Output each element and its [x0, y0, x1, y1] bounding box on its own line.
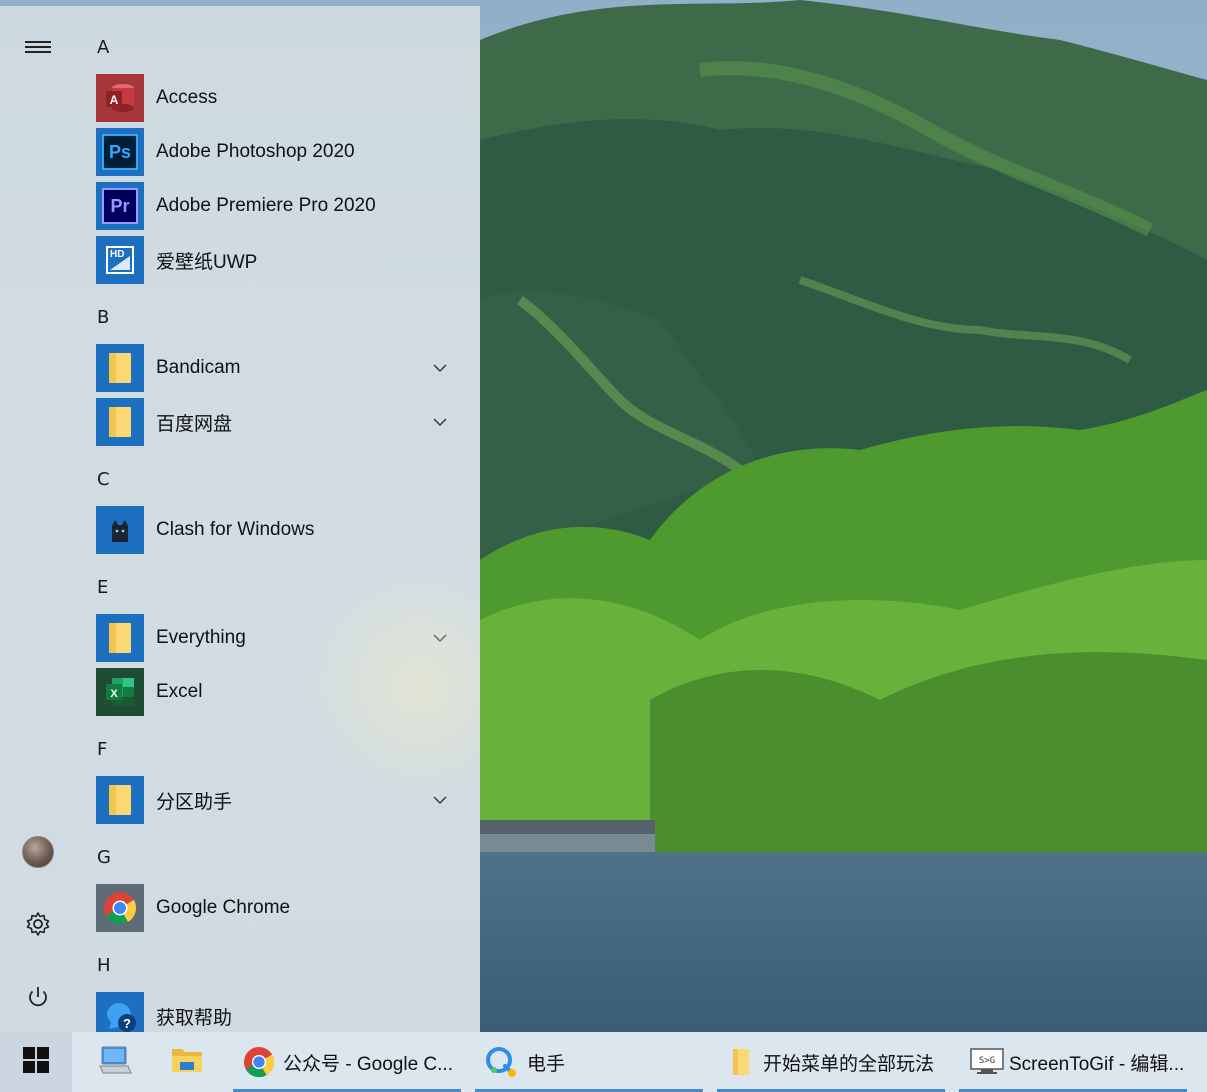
access-icon: A	[96, 74, 144, 122]
chat-bubble-icon	[485, 1046, 519, 1078]
app-label: Adobe Premiere Pro 2020	[156, 195, 376, 216]
folder-item-everything[interactable]: Everything	[96, 614, 460, 662]
avatar	[22, 836, 54, 868]
power-button[interactable]	[14, 973, 62, 1021]
chevron-down-icon[interactable]	[432, 630, 448, 646]
app-item-wallpaper-uwp[interactable]: HD 爱壁纸UWP	[96, 236, 460, 284]
app-label: 百度网盘	[156, 413, 233, 435]
taskbar-task-chrome[interactable]: 公众号 - Google C...	[233, 1032, 461, 1092]
get-help-icon: ?	[96, 992, 144, 1032]
user-account-button[interactable]	[14, 828, 62, 876]
chevron-down-icon[interactable]	[432, 414, 448, 430]
task-label: 公众号 - Google C...	[283, 1053, 453, 1075]
app-label: Excel	[156, 681, 203, 702]
app-list: A A Access Ps Adobe Photoshop 2020 Pr Ad…	[96, 6, 480, 1032]
clash-cat-icon	[96, 506, 144, 554]
photoshop-icon-letters: Ps	[108, 141, 132, 162]
folder-icon	[96, 398, 144, 446]
group-header-b[interactable]: B	[96, 298, 137, 338]
folder-item-baidu-netdisk[interactable]: 百度网盘	[96, 398, 460, 446]
app-label: Everything	[156, 627, 246, 648]
file-explorer-icon	[170, 1045, 204, 1079]
app-label: 爱壁纸UWP	[156, 251, 258, 273]
chrome-icon	[243, 1046, 275, 1078]
start-menu-rail	[0, 6, 76, 1032]
taskbar-task-screentogif[interactable]: S>G ScreenToGif - 编辑...	[959, 1032, 1187, 1092]
start-menu: A A Access Ps Adobe Photoshop 2020 Pr Ad…	[0, 6, 480, 1032]
app-label: Adobe Photoshop 2020	[156, 141, 355, 162]
app-label: Bandicam	[156, 357, 241, 378]
access-icon-letter: A	[110, 93, 119, 107]
svg-text:S>G: S>G	[979, 1056, 995, 1066]
group-header-c[interactable]: C	[96, 460, 137, 500]
app-label: 分区助手	[156, 791, 233, 813]
group-header-f[interactable]: F	[96, 730, 137, 770]
wallpaper-app-icon: HD	[96, 236, 144, 284]
app-item-excel[interactable]: X Excel	[96, 668, 460, 716]
pinned-this-pc[interactable]	[86, 1032, 144, 1092]
chrome-icon	[96, 884, 144, 932]
gear-icon	[25, 911, 51, 937]
folder-icon	[96, 344, 144, 392]
premiere-icon: Pr	[96, 182, 144, 230]
folder-icon	[96, 614, 144, 662]
premiere-icon-letters: Pr	[110, 195, 130, 216]
screentogif-icon: S>G	[969, 1047, 1005, 1077]
photoshop-icon: Ps	[96, 128, 144, 176]
group-header-a[interactable]: A	[96, 28, 137, 68]
folder-icon	[727, 1047, 755, 1077]
app-item-clash[interactable]: Clash for Windows	[96, 506, 460, 554]
start-button[interactable]	[0, 1032, 72, 1092]
power-icon	[25, 984, 51, 1010]
taskbar-task-app[interactable]: 电手	[475, 1032, 703, 1092]
this-pc-icon	[98, 1044, 132, 1080]
app-item-access[interactable]: A Access	[96, 74, 460, 122]
app-label: Clash for Windows	[156, 519, 315, 540]
app-item-google-chrome[interactable]: Google Chrome	[96, 884, 460, 932]
task-label: 电手	[527, 1053, 566, 1075]
taskbar-task-folder[interactable]: 开始菜单的全部玩法	[717, 1032, 945, 1092]
chevron-down-icon[interactable]	[432, 360, 448, 376]
hamburger-icon	[25, 40, 51, 54]
app-label: Google Chrome	[156, 897, 291, 918]
pinned-file-explorer[interactable]	[158, 1032, 216, 1092]
folder-item-bandicam[interactable]: Bandicam	[96, 344, 460, 392]
excel-icon: X	[96, 668, 144, 716]
app-label: 获取帮助	[156, 1007, 233, 1029]
app-item-premiere[interactable]: Pr Adobe Premiere Pro 2020	[96, 182, 460, 230]
app-item-photoshop[interactable]: Ps Adobe Photoshop 2020	[96, 128, 460, 176]
group-header-g[interactable]: G	[96, 838, 137, 878]
app-label: Access	[156, 87, 218, 108]
app-item-get-help[interactable]: ? 获取帮助	[96, 992, 460, 1032]
taskbar: 公众号 - Google C... 电手 开始菜单的全部玩法 S>G Scree…	[0, 1032, 1207, 1092]
group-header-h[interactable]: H	[96, 946, 137, 986]
get-help-icon-mark: ?	[123, 1016, 131, 1031]
folder-item-partition-assistant[interactable]: 分区助手	[96, 776, 460, 824]
chevron-down-icon[interactable]	[432, 792, 448, 808]
settings-button[interactable]	[14, 900, 62, 948]
group-header-e[interactable]: E	[96, 568, 137, 608]
task-label: ScreenToGif - 编辑...	[1009, 1053, 1185, 1075]
excel-icon-letter: X	[110, 688, 118, 700]
task-label: 开始菜单的全部玩法	[763, 1053, 935, 1075]
expand-menu-button[interactable]	[14, 23, 62, 71]
folder-icon	[96, 776, 144, 824]
windows-logo-icon	[23, 1047, 49, 1077]
